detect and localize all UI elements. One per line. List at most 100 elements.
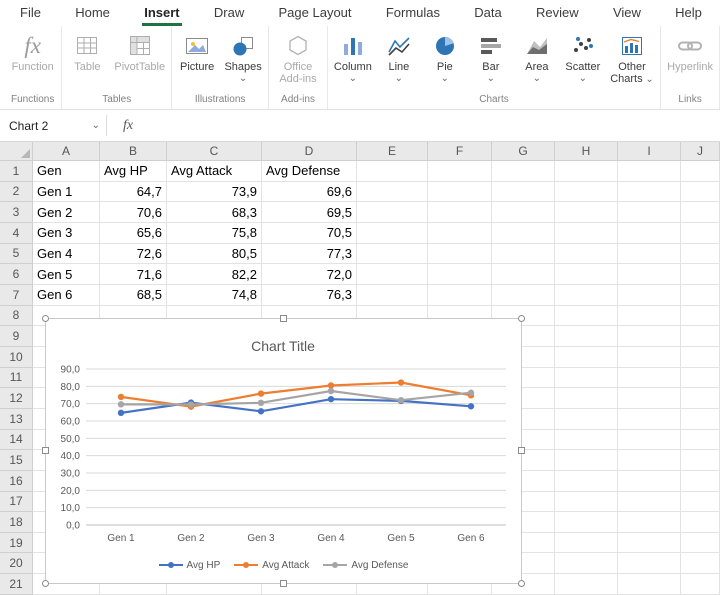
series-marker-avg-attack[interactable] [328,382,334,388]
legend-item-avg-defense[interactable]: Avg Defense [323,560,408,571]
cell-A6[interactable]: Gen 5 [33,264,100,285]
cell-H6[interactable] [555,264,618,285]
series-marker-avg-hp[interactable] [468,403,474,409]
cell-I20[interactable] [618,553,681,574]
series-marker-avg-attack[interactable] [118,394,124,400]
tab-view[interactable]: View [611,0,643,26]
cell-J8[interactable] [681,306,720,327]
cell-E5[interactable] [357,244,428,265]
cell-I9[interactable] [618,326,681,347]
cell-H14[interactable] [555,430,618,451]
row-header-3[interactable]: 3 [0,202,33,223]
cell-J18[interactable] [681,512,720,533]
cell-B3[interactable]: 70,6 [100,202,167,223]
cell-C1[interactable]: Avg Attack [167,161,262,182]
row-header-14[interactable]: 14 [0,430,33,451]
cell-H3[interactable] [555,202,618,223]
cell-H9[interactable] [555,326,618,347]
cell-D3[interactable]: 69,5 [262,202,357,223]
cell-J14[interactable] [681,430,720,451]
row-header-21[interactable]: 21 [0,574,33,595]
cell-J16[interactable] [681,471,720,492]
embedded-chart[interactable]: Chart Title0,010,020,030,040,050,060,070… [45,318,522,584]
chart-resize-handle-top[interactable] [280,315,287,322]
ribbon-button-bar[interactable]: Bar⌄ [469,30,513,83]
cell-J13[interactable] [681,409,720,430]
series-marker-avg-hp[interactable] [258,408,264,414]
cell-C3[interactable]: 68,3 [167,202,262,223]
cell-E6[interactable] [357,264,428,285]
cell-J2[interactable] [681,182,720,203]
row-header-2[interactable]: 2 [0,182,33,203]
cell-B5[interactable]: 72,6 [100,244,167,265]
series-marker-avg-defense[interactable] [468,390,474,396]
cell-G4[interactable] [492,223,555,244]
cell-I2[interactable] [618,182,681,203]
cell-J6[interactable] [681,264,720,285]
cell-H13[interactable] [555,409,618,430]
ribbon-button-area[interactable]: Area⌄ [515,30,559,83]
cell-F7[interactable] [428,285,492,306]
cell-J12[interactable] [681,388,720,409]
ribbon-button-pie[interactable]: Pie⌄ [423,30,467,83]
cell-H19[interactable] [555,533,618,554]
column-header-B[interactable]: B [100,142,167,161]
cell-I1[interactable] [618,161,681,182]
cell-I16[interactable] [618,471,681,492]
cell-B2[interactable]: 64,7 [100,182,167,203]
cell-J4[interactable] [681,223,720,244]
cell-H11[interactable] [555,368,618,389]
name-box[interactable]: Chart 2 ⌄ [0,110,106,141]
cell-I10[interactable] [618,347,681,368]
chart-plot-area[interactable]: Chart Title0,010,020,030,040,050,060,070… [46,319,521,556]
chart-resize-handle-left[interactable] [42,447,49,454]
cell-I13[interactable] [618,409,681,430]
cell-J9[interactable] [681,326,720,347]
tab-help[interactable]: Help [673,0,704,26]
row-header-5[interactable]: 5 [0,244,33,265]
series-marker-avg-hp[interactable] [118,410,124,416]
cell-J21[interactable] [681,574,720,595]
cell-H8[interactable] [555,306,618,327]
row-header-13[interactable]: 13 [0,409,33,430]
ribbon-button-scatter[interactable]: Scatter⌄ [561,30,605,83]
series-marker-avg-defense[interactable] [398,397,404,403]
row-header-20[interactable]: 20 [0,553,33,574]
row-header-19[interactable]: 19 [0,533,33,554]
cell-H5[interactable] [555,244,618,265]
cell-I3[interactable] [618,202,681,223]
cell-H21[interactable] [555,574,618,595]
column-header-E[interactable]: E [357,142,428,161]
cell-J7[interactable] [681,285,720,306]
cell-H12[interactable] [555,388,618,409]
cell-D7[interactable]: 76,3 [262,285,357,306]
cell-D1[interactable]: Avg Defense [262,161,357,182]
cell-F1[interactable] [428,161,492,182]
tab-draw[interactable]: Draw [212,0,246,26]
row-header-4[interactable]: 4 [0,223,33,244]
cell-I6[interactable] [618,264,681,285]
tab-review[interactable]: Review [534,0,581,26]
row-header-17[interactable]: 17 [0,492,33,513]
ribbon-button-line[interactable]: Line⌄ [377,30,421,83]
cell-A7[interactable]: Gen 6 [33,285,100,306]
cell-A4[interactable]: Gen 3 [33,223,100,244]
chart-resize-handle-bottom-left[interactable] [42,580,49,587]
cell-H16[interactable] [555,471,618,492]
cell-F2[interactable] [428,182,492,203]
row-header-1[interactable]: 1 [0,161,33,182]
cell-G5[interactable] [492,244,555,265]
column-header-J[interactable]: J [681,142,720,161]
cell-H2[interactable] [555,182,618,203]
cell-B6[interactable]: 71,6 [100,264,167,285]
column-header-I[interactable]: I [618,142,681,161]
insert-function-button[interactable]: fx [107,110,149,141]
cell-A2[interactable]: Gen 1 [33,182,100,203]
row-header-16[interactable]: 16 [0,471,33,492]
cell-J3[interactable] [681,202,720,223]
row-header-6[interactable]: 6 [0,264,33,285]
cell-I11[interactable] [618,368,681,389]
cell-H4[interactable] [555,223,618,244]
column-header-A[interactable]: A [33,142,100,161]
cell-F5[interactable] [428,244,492,265]
